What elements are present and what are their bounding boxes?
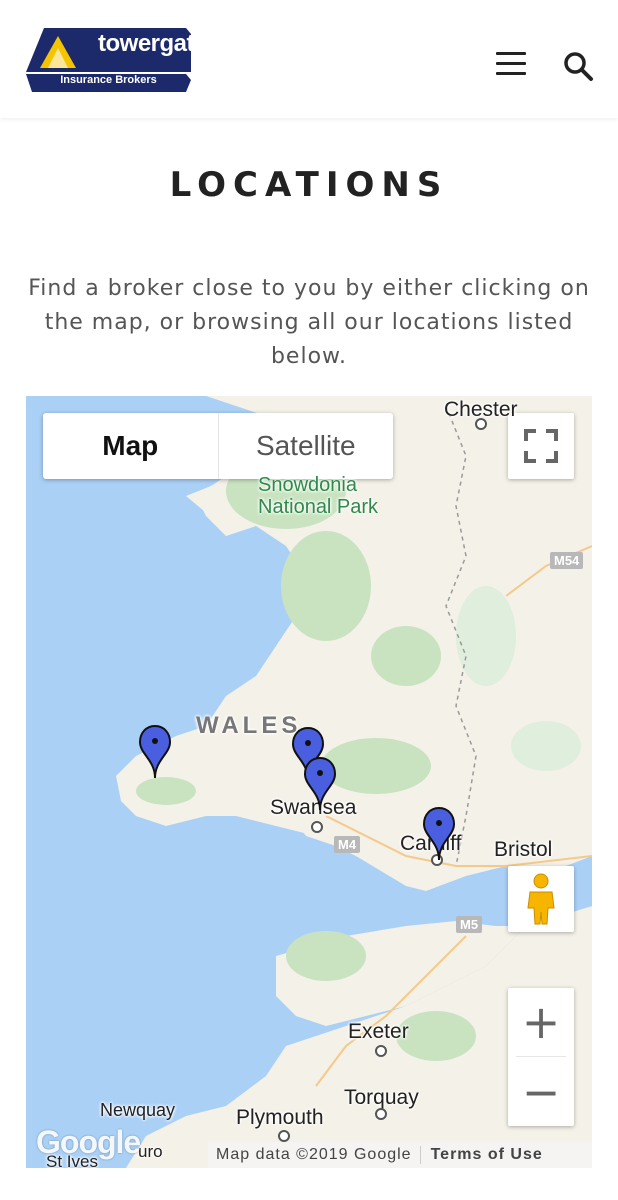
zoom-control: + −: [508, 988, 574, 1126]
city-dot: [475, 418, 487, 430]
map-type-map-button[interactable]: Map: [43, 413, 219, 479]
pegman-icon: [527, 873, 555, 925]
city-dot: [278, 1130, 290, 1142]
map-label-truro: uro: [138, 1142, 163, 1161]
fullscreen-button[interactable]: [508, 413, 574, 479]
map-label-national-park: National Park: [258, 496, 379, 518]
map-label-newquay: Newquay: [100, 1100, 176, 1120]
zoom-out-button[interactable]: −: [508, 1058, 574, 1126]
street-view-pegman[interactable]: [508, 866, 574, 932]
map-label-snowdonia: Snowdonia: [258, 474, 357, 496]
map-label-torquay: Torquay: [344, 1086, 419, 1109]
map-label-bristol: Bristol: [494, 838, 553, 861]
map-type-control: Map Satellite: [43, 413, 393, 479]
map-label-plymouth: Plymouth: [236, 1106, 324, 1129]
map-data-text: Map data ©2019 Google: [216, 1146, 412, 1163]
location-marker[interactable]: [422, 806, 456, 862]
city-dot: [375, 1045, 387, 1057]
google-logo: Google: [36, 1124, 141, 1160]
logo-name: towergate: [98, 30, 207, 57]
search-icon[interactable]: [562, 50, 594, 82]
site-header: towergate Insurance Brokers: [0, 0, 618, 118]
road-shield-m54: M54: [550, 552, 584, 569]
road-shield-m4: M4: [334, 836, 361, 853]
map-label-exeter: Exeter: [348, 1020, 409, 1043]
zoom-in-button[interactable]: +: [508, 988, 574, 1056]
towergate-logo[interactable]: towergate Insurance Brokers: [26, 28, 207, 94]
road-shield-m5: M5: [456, 916, 483, 933]
logo-subtitle: Insurance Brokers: [60, 74, 157, 86]
location-marker[interactable]: [138, 724, 172, 780]
zoom-separator: [516, 1056, 566, 1057]
intro-text: Find a broker close to you by either cli…: [28, 276, 590, 369]
location-marker[interactable]: [303, 756, 337, 812]
map-label-wales: WALES: [196, 712, 302, 739]
hamburger-menu-icon[interactable]: [494, 48, 528, 80]
fullscreen-icon: [524, 429, 558, 463]
page-title: LOCATIONS: [169, 164, 449, 205]
terms-of-use-link[interactable]: Terms of Use: [419, 1146, 553, 1164]
map-attribution: Map data ©2019 Google Terms of Use: [208, 1142, 592, 1168]
locations-map[interactable]: Map Satellite Chester Snowdonia National…: [26, 396, 592, 1168]
city-dot: [311, 821, 323, 833]
map-type-satellite-button[interactable]: Satellite: [219, 413, 394, 479]
city-dot: [375, 1108, 387, 1120]
